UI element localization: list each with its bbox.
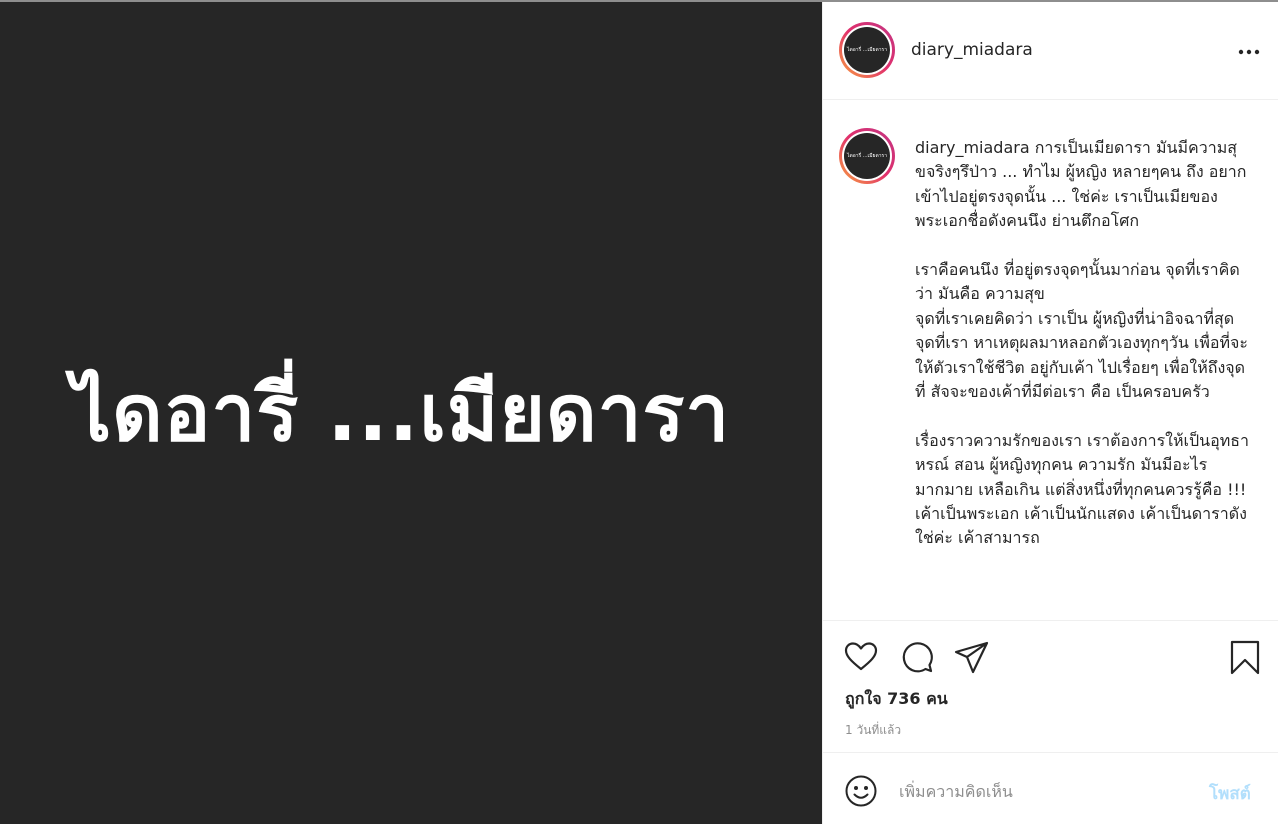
comment-icon[interactable] <box>899 639 935 675</box>
caption-paragraph-2: เราคือคนนึง ที่อยู่ตรงจุดๆนั้นมาก่อน จุด… <box>915 260 1248 402</box>
post-timestamp[interactable]: 1 วันที่แล้ว <box>845 721 901 740</box>
likes-count[interactable]: ถูกใจ 736 คน <box>845 687 948 712</box>
post-side-panel: ไดอารี่ ...เมียดารา diary_miadara ไดอารี… <box>822 2 1278 824</box>
post-image[interactable]: ไดอารี่ ...เมียดารา <box>0 2 822 824</box>
post-comment-button[interactable]: โพสต์ <box>1209 780 1251 807</box>
heart-icon[interactable] <box>843 639 879 675</box>
caption-area: ไดอารี่ ...เมียดารา diary_miadara การเป็… <box>823 100 1278 620</box>
avatar-image: ไดอารี่ ...เมียดารา <box>844 27 890 73</box>
caption-paragraph: diary_miadara การเป็นเมียดารา มันมีความส… <box>915 136 1251 234</box>
post-actions: ถูกใจ 736 คน 1 วันที่แล้ว <box>823 620 1278 752</box>
caption-paragraph-3: เรื่องราวความรักของเรา เราต้องการให้เป็น… <box>915 430 1249 548</box>
bookmark-icon[interactable] <box>1227 639 1263 675</box>
caption-avatar-image: ไดอารี่ ...เมียดารา <box>844 133 890 179</box>
header-username[interactable]: diary_miadara <box>911 40 1033 60</box>
share-icon[interactable] <box>953 639 989 675</box>
caption-text: diary_miadara การเป็นเมียดารา มันมีความส… <box>915 136 1251 575</box>
comment-input[interactable] <box>899 777 1189 805</box>
emoji-icon[interactable] <box>845 775 877 807</box>
post-image-text: ไดอารี่ ...เมียดารา <box>71 369 731 459</box>
more-horizontal-icon[interactable] <box>1237 42 1261 62</box>
caption-avatar[interactable]: ไดอารี่ ...เมียดารา <box>839 128 895 184</box>
avatar[interactable]: ไดอารี่ ...เมียดารา <box>839 22 895 78</box>
instagram-post-view: ไดอารี่ ...เมียดารา ไดอารี่ ...เมียดารา … <box>0 0 1278 824</box>
comment-bar: โพสต์ <box>823 752 1278 824</box>
caption-username[interactable]: diary_miadara <box>915 138 1030 157</box>
post-header: ไดอารี่ ...เมียดารา diary_miadara <box>823 2 1278 100</box>
